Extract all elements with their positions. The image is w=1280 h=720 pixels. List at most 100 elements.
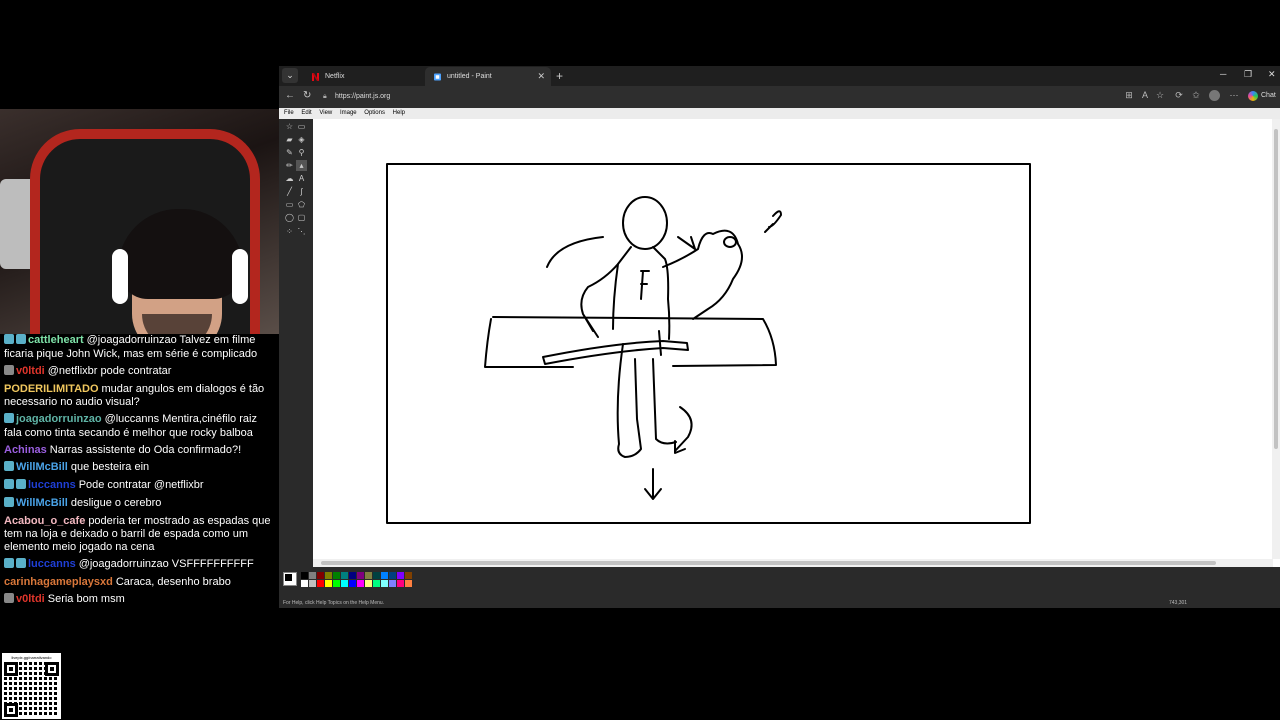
chat-username[interactable]: cattleheart <box>28 334 84 346</box>
palette-swatch[interactable] <box>325 572 332 579</box>
vertical-scrollbar[interactable] <box>1272 119 1280 559</box>
palette-swatch[interactable] <box>317 572 324 579</box>
restore-icon[interactable]: ❐ <box>1244 69 1252 80</box>
chat-username[interactable]: WillMcBill <box>16 497 68 509</box>
palette-swatch[interactable] <box>309 580 316 587</box>
rounded-rect-icon[interactable]: ▢ <box>296 212 307 223</box>
back-icon[interactable]: ← <box>285 90 295 101</box>
curve-icon[interactable]: ∫ <box>296 186 307 197</box>
palette-swatch[interactable] <box>389 580 396 587</box>
palette-swatch[interactable] <box>381 580 388 587</box>
sub-badge-icon <box>4 461 14 471</box>
chat-username[interactable]: luccanns <box>28 479 76 491</box>
rectangle-icon[interactable]: ▭ <box>284 199 295 210</box>
free-select-icon[interactable]: ☆ <box>284 121 295 132</box>
palette-swatch[interactable] <box>349 572 356 579</box>
palette-swatch[interactable] <box>333 580 340 587</box>
palette-swatch[interactable] <box>357 580 364 587</box>
palette-swatch[interactable] <box>397 580 404 587</box>
palette-swatch[interactable] <box>325 580 332 587</box>
palette-swatch[interactable] <box>373 572 380 579</box>
menu-image[interactable]: Image <box>340 110 357 116</box>
airbrush-icon[interactable]: ☁ <box>284 173 295 184</box>
down-arrow <box>644 468 662 500</box>
refresh-ext-icon[interactable]: ⟳ <box>1174 90 1184 100</box>
qr-finder <box>4 703 18 717</box>
scroll-thumb[interactable] <box>1274 129 1278 449</box>
palette-swatch[interactable] <box>301 580 308 587</box>
palette-swatch[interactable] <box>357 572 364 579</box>
minimize-icon[interactable]: ─ <box>1220 69 1226 79</box>
chat-text: Narras assistente do Oda confirmado?! <box>49 444 242 456</box>
magnifier-icon[interactable]: ⚲ <box>296 147 307 158</box>
chat-username[interactable]: WillMcBill <box>16 461 68 473</box>
beard <box>142 314 212 334</box>
ellipse-icon[interactable]: ◯ <box>284 212 295 223</box>
qr-code: livepix.gg/narrativando <box>2 653 61 719</box>
refresh-icon[interactable]: ↻ <box>303 90 311 101</box>
badges <box>4 334 28 348</box>
menu-edit[interactable]: Edit <box>301 110 311 116</box>
favorite-icon[interactable]: ☆ <box>1155 90 1165 100</box>
palette-swatch[interactable] <box>397 572 404 579</box>
copilot-chat-button[interactable]: Chat <box>1248 90 1276 102</box>
chat-username[interactable]: joagadorruinzao <box>16 413 102 425</box>
palette-swatch[interactable] <box>365 572 372 579</box>
scroll-thumb[interactable] <box>321 561 1216 565</box>
chat-username[interactable]: v0ltdi <box>16 365 45 377</box>
palette-swatch[interactable] <box>365 580 372 587</box>
tab-label: untitled - Paint <box>447 73 492 80</box>
more-icon[interactable]: ⋯ <box>1229 90 1239 100</box>
rect-select-icon[interactable]: ▭ <box>296 121 307 132</box>
brush-size-options[interactable]: ⁘ <box>284 226 295 256</box>
palette-swatch[interactable] <box>349 580 356 587</box>
drawing-canvas[interactable] <box>313 119 1280 567</box>
line-icon[interactable]: ╱ <box>284 186 295 197</box>
close-window-icon[interactable]: ✕ <box>1268 69 1276 80</box>
chat-username[interactable]: Achinas <box>4 444 47 456</box>
horizontal-scrollbar[interactable] <box>313 559 1273 567</box>
palette-swatch[interactable] <box>317 580 324 587</box>
color-picker-icon[interactable]: ✎ <box>284 147 295 158</box>
tab-actions-menu[interactable]: ⌄ <box>282 68 298 83</box>
chat-username[interactable]: PODERILIMITADO <box>4 383 99 395</box>
chat-username[interactable]: luccanns <box>28 558 76 570</box>
text-icon[interactable]: A <box>296 173 307 184</box>
current-colors[interactable] <box>283 572 297 586</box>
read-aloud-icon[interactable]: A <box>1140 90 1150 100</box>
qr-grid <box>4 662 59 717</box>
app-install-icon[interactable]: ⊞ <box>1124 90 1134 100</box>
palette-swatch[interactable] <box>333 572 340 579</box>
menu-options[interactable]: Options <box>364 110 385 116</box>
menu-help[interactable]: Help <box>393 110 405 116</box>
brush-shape-options[interactable]: ⋱ <box>296 226 307 256</box>
qr-finder <box>45 662 59 676</box>
palette-swatch[interactable] <box>405 580 412 587</box>
palette-swatch[interactable] <box>341 580 348 587</box>
palette-swatch[interactable] <box>389 572 396 579</box>
pencil-icon[interactable]: ✏ <box>284 160 295 171</box>
chat-message: Achinas Narras assistente do Oda confirma… <box>4 444 275 457</box>
palette-swatch[interactable] <box>405 572 412 579</box>
menu-file[interactable]: File <box>284 110 294 116</box>
palette-swatch[interactable] <box>309 572 316 579</box>
palette-swatch[interactable] <box>373 580 380 587</box>
palette-swatch[interactable] <box>301 572 308 579</box>
drawing <box>386 163 1031 524</box>
chat-username[interactable]: v0ltdi <box>16 593 45 605</box>
chat-username[interactable]: Acabou_o_cafe <box>4 515 85 527</box>
tab-paint[interactable]: untitled - Paint ✕ <box>425 67 551 86</box>
favorites-icon[interactable]: ✩ <box>1191 90 1201 100</box>
eraser-icon[interactable]: ▰ <box>284 134 295 145</box>
polygon-icon[interactable]: ⬠ <box>296 199 307 210</box>
profile-avatar[interactable] <box>1209 90 1220 101</box>
chat-username[interactable]: carinhagameplaysxd <box>4 576 113 588</box>
palette-swatch[interactable] <box>381 572 388 579</box>
menu-view[interactable]: View <box>319 110 332 116</box>
palette-swatch[interactable] <box>341 572 348 579</box>
fill-icon[interactable]: ◈ <box>296 134 307 145</box>
close-icon[interactable]: ✕ <box>537 67 545 86</box>
new-tab-button[interactable]: + <box>556 67 563 85</box>
url-input[interactable]: 🔒︎ https://paint.js.org <box>317 89 1117 105</box>
brush-icon[interactable]: ▴ <box>296 160 307 171</box>
